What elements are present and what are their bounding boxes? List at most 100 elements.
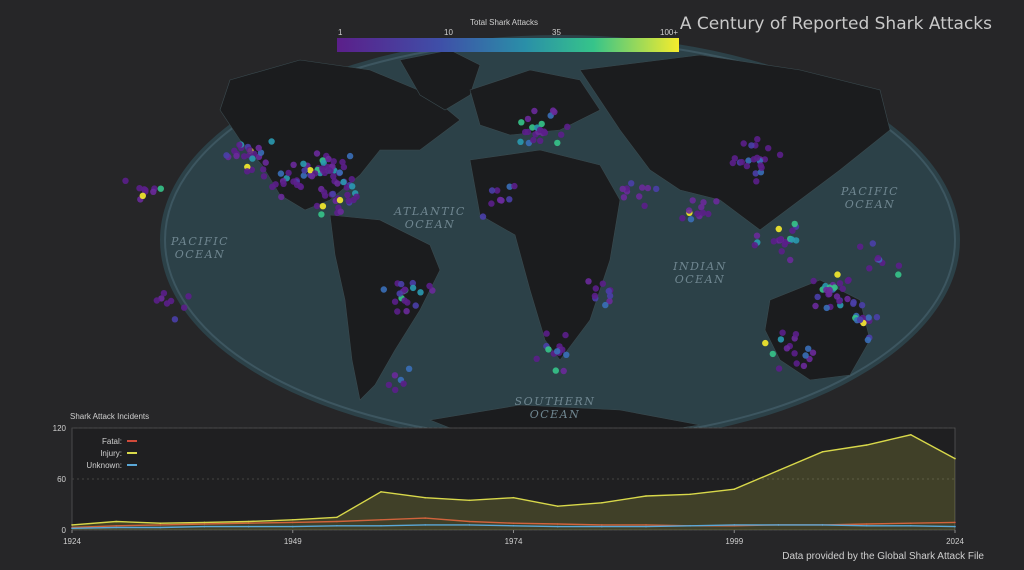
hex-cell[interactable] xyxy=(857,243,864,250)
hex-cell[interactable] xyxy=(743,162,751,170)
hex-cell[interactable] xyxy=(738,158,745,166)
hex-cell[interactable] xyxy=(313,202,321,210)
hex-cell[interactable] xyxy=(401,286,409,293)
hex-cell[interactable] xyxy=(844,277,851,285)
hex-cell[interactable] xyxy=(592,285,599,292)
hex-cell[interactable] xyxy=(812,302,819,310)
hex-cell[interactable] xyxy=(531,107,538,115)
hex-cell[interactable] xyxy=(641,202,648,209)
hex-cell[interactable] xyxy=(802,352,809,359)
hex-cell[interactable] xyxy=(426,282,433,290)
hex-cell[interactable] xyxy=(349,183,356,190)
hex-cell[interactable] xyxy=(545,346,552,353)
hex-cell[interactable] xyxy=(244,168,251,175)
hex-cell[interactable] xyxy=(839,285,846,292)
hex-cell[interactable] xyxy=(319,203,327,210)
hex-cell[interactable] xyxy=(522,128,529,136)
hex-cell[interactable] xyxy=(255,144,262,152)
hex-cell[interactable] xyxy=(236,141,243,149)
world-map[interactable]: PACIFIC OCEANATLANTIC OCEANINDIAN OCEANSOUT… xyxy=(0,0,1024,570)
hex-cell[interactable] xyxy=(599,280,606,287)
hex-cell[interactable] xyxy=(826,290,833,298)
hex-cell[interactable] xyxy=(412,302,419,309)
hex-cell[interactable] xyxy=(537,137,544,144)
hex-cell[interactable] xyxy=(765,145,772,152)
hex-cell[interactable] xyxy=(296,182,304,190)
hex-cell[interactable] xyxy=(280,180,287,187)
hex-cell[interactable] xyxy=(321,189,328,196)
hex-cell[interactable] xyxy=(687,216,695,223)
hex-cell[interactable] xyxy=(511,182,518,190)
hex-cell[interactable] xyxy=(336,169,343,176)
hex-cell[interactable] xyxy=(639,184,646,191)
hex-cell[interactable] xyxy=(348,176,355,183)
hex-cell[interactable] xyxy=(834,271,841,278)
hex-cell[interactable] xyxy=(689,197,696,204)
hex-cell[interactable] xyxy=(758,164,765,171)
hex-cell[interactable] xyxy=(524,115,532,123)
hex-cell[interactable] xyxy=(330,158,337,165)
hex-cell[interactable] xyxy=(762,339,769,347)
hex-cell[interactable] xyxy=(769,350,776,358)
hex-cell[interactable] xyxy=(653,185,660,193)
hex-cell[interactable] xyxy=(498,197,505,204)
hex-cell[interactable] xyxy=(150,188,157,195)
hex-cell[interactable] xyxy=(392,386,399,394)
hex-cell[interactable] xyxy=(185,293,192,300)
hex-cell[interactable] xyxy=(488,200,495,207)
hex-cell[interactable] xyxy=(628,180,635,187)
hex-cell[interactable] xyxy=(895,262,903,269)
hex-cell[interactable] xyxy=(563,351,570,358)
hex-cell[interactable] xyxy=(776,151,784,158)
hex-cell[interactable] xyxy=(506,196,513,203)
hex-cell[interactable] xyxy=(249,155,256,162)
hex-cell[interactable] xyxy=(171,316,179,323)
hex-cell[interactable] xyxy=(777,336,785,343)
hex-cell[interactable] xyxy=(558,131,565,138)
hex-cell[interactable] xyxy=(775,225,782,233)
hex-cell[interactable] xyxy=(748,142,755,149)
hex-cell[interactable] xyxy=(809,349,817,356)
hex-cell[interactable] xyxy=(344,191,351,199)
hex-cell[interactable] xyxy=(644,184,652,192)
hex-cell[interactable] xyxy=(814,293,821,301)
hex-cell[interactable] xyxy=(833,293,841,300)
hex-cell[interactable] xyxy=(777,236,784,243)
hex-cell[interactable] xyxy=(564,123,571,130)
hex-cell[interactable] xyxy=(551,108,558,116)
hex-cell[interactable] xyxy=(591,292,599,300)
hex-cell[interactable] xyxy=(552,367,559,374)
hex-cell[interactable] xyxy=(562,331,569,339)
hex-cell[interactable] xyxy=(334,180,341,187)
hex-cell[interactable] xyxy=(290,161,297,168)
hex-cell[interactable] xyxy=(792,331,800,338)
hex-cell[interactable] xyxy=(403,308,410,315)
hex-cell[interactable] xyxy=(789,227,796,234)
hex-cell[interactable] xyxy=(233,152,240,160)
hex-cell[interactable] xyxy=(160,290,168,297)
hex-cell[interactable] xyxy=(793,360,800,367)
hex-cell[interactable] xyxy=(560,367,567,375)
hex-cell[interactable] xyxy=(396,290,403,297)
hex-cell[interactable] xyxy=(417,289,424,296)
hex-cell[interactable] xyxy=(788,236,796,243)
hex-cell[interactable] xyxy=(543,330,550,337)
hex-cell[interactable] xyxy=(269,183,276,190)
hex-cell[interactable] xyxy=(313,150,321,157)
hex-cell[interactable] xyxy=(636,193,643,200)
hex-cell[interactable] xyxy=(864,336,872,344)
hex-cell[interactable] xyxy=(401,297,408,304)
hex-cell[interactable] xyxy=(318,211,325,218)
hotspot-hawaii[interactable] xyxy=(122,177,164,203)
hex-cell[interactable] xyxy=(517,138,524,145)
hex-cell[interactable] xyxy=(858,302,866,309)
hex-cell[interactable] xyxy=(340,178,347,186)
hex-cell[interactable] xyxy=(705,210,712,218)
hex-cell[interactable] xyxy=(405,365,413,372)
hex-cell[interactable] xyxy=(731,155,738,162)
hex-cell[interactable] xyxy=(619,185,626,193)
hex-cell[interactable] xyxy=(336,196,344,204)
hex-cell[interactable] xyxy=(380,286,387,293)
hex-cell[interactable] xyxy=(554,139,561,147)
hex-cell[interactable] xyxy=(278,193,285,201)
